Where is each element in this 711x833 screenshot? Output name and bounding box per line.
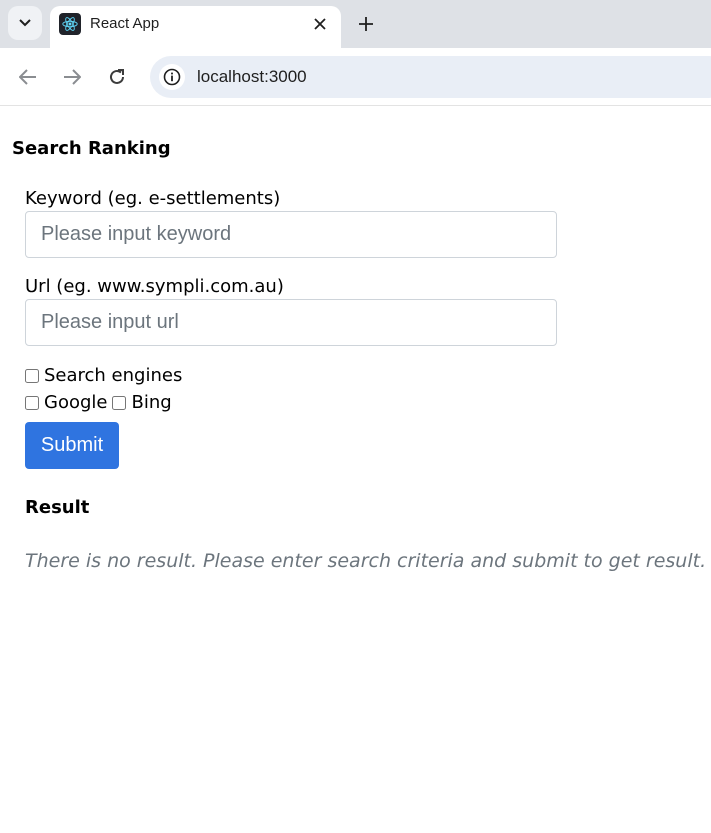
tab-strip: React App (0, 0, 711, 48)
plus-icon[interactable] (354, 12, 378, 36)
close-icon[interactable] (309, 13, 331, 35)
bing-checkbox[interactable] (112, 395, 127, 410)
address-text: localhost:3000 (197, 67, 307, 86)
keyword-input[interactable] (25, 211, 557, 258)
back-arrow-icon[interactable] (15, 64, 41, 90)
reload-icon[interactable] (104, 64, 130, 90)
url-label: Url (eg. www.sympli.com.au) (25, 276, 284, 297)
url-input[interactable] (25, 299, 557, 346)
search-engines-checkbox[interactable] (25, 368, 39, 383)
search-engines-label: Search engines (44, 365, 183, 386)
chevron-down-icon (19, 19, 31, 27)
engine-option-bing: Bing (112, 389, 172, 416)
address-bar[interactable]: localhost:3000 (150, 56, 711, 98)
engine-options: Google Bing (25, 389, 585, 416)
react-logo-icon (59, 13, 81, 35)
info-icon[interactable] (159, 64, 185, 90)
tab-title: React App (90, 15, 160, 32)
empty-result-message: There is no result. Please enter search … (25, 550, 707, 572)
forward-arrow-icon[interactable] (59, 64, 85, 90)
browser-toolbar: localhost:3000 (0, 48, 711, 106)
search-form: Keyword (eg. e-settlements) Url (eg. www… (25, 187, 585, 469)
keyword-label: Keyword (eg. e-settlements) (25, 188, 281, 209)
page-title: Search Ranking (12, 138, 171, 159)
result-title: Result (25, 497, 90, 518)
engine-option-google: Google (25, 389, 107, 416)
tab-search-button[interactable] (8, 6, 42, 40)
submit-button[interactable]: Submit (25, 422, 119, 469)
tab-react-app[interactable]: React App (50, 6, 341, 48)
bing-label: Bing (131, 392, 172, 413)
google-label: Google (44, 392, 108, 413)
google-checkbox[interactable] (25, 395, 39, 410)
search-engines-group: Search engines (25, 362, 585, 389)
page-content: Search Ranking Keyword (eg. e-settlement… (0, 107, 711, 833)
